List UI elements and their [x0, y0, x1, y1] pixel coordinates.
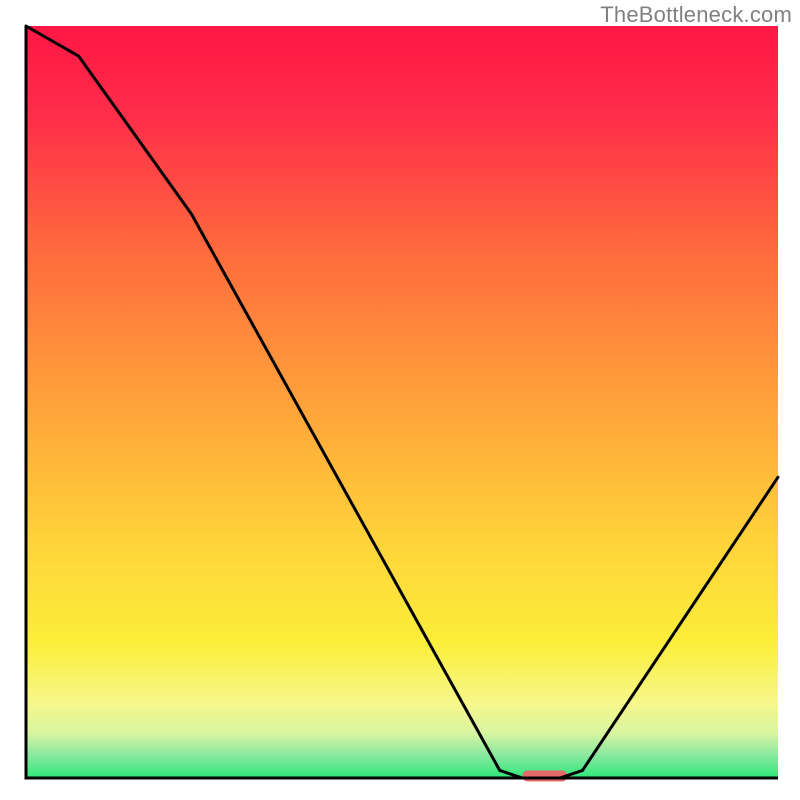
bottleneck-chart: TheBottleneck.com [0, 0, 800, 800]
optimal-range-marker [522, 771, 567, 782]
watermark-text: TheBottleneck.com [600, 2, 792, 28]
chart-svg [0, 0, 800, 800]
